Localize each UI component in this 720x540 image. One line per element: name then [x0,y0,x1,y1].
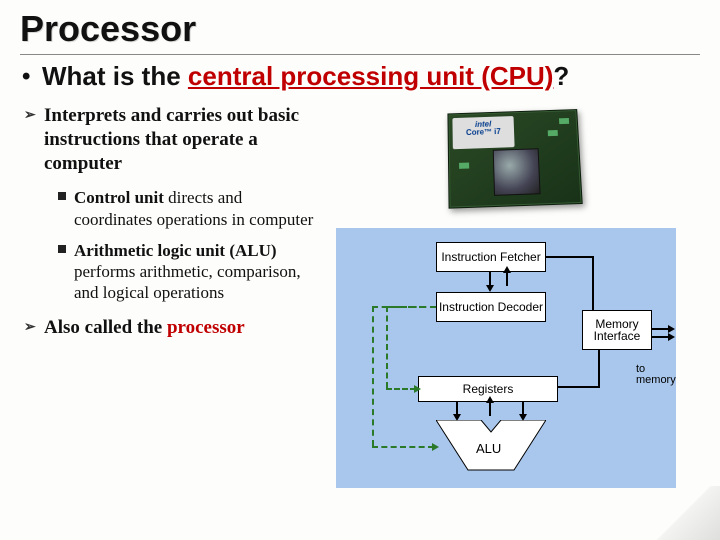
cpu-model: Core™ i7 [453,128,515,138]
cpu-capacitor [559,118,569,124]
cpu-chip-body: intel Core™ i7 [447,109,582,209]
arrow-down-icon [453,414,461,421]
diagram-ext-label: to memory [636,364,676,386]
slide: Processor • What is the central processi… [0,0,720,498]
arrow-right-icon [668,325,675,333]
main-question: • What is the central processing unit (C… [42,61,700,92]
square-bullet-icon [58,192,66,200]
right-column: intel Core™ i7 Instruction Fetcher Instr… [330,104,700,488]
diagram-dashed-line [372,446,434,448]
content-row: ➢ Interprets and carries out basic instr… [20,104,700,488]
question-highlight: central processing unit (CPU) [188,61,554,91]
point-control-unit: Control unit directs and coordinates ope… [58,187,320,230]
slide-title: Processor [20,8,700,50]
arrow-down-icon [486,285,494,292]
diagram-decoder-box: Instruction Decoder [436,292,546,322]
cpu-capacitor [459,163,469,169]
point-interprets-text: Interprets and carries out basic instruc… [44,105,299,174]
point-alu: Arithmetic logic unit (ALU) performs ari… [58,240,320,304]
cpu-capacitor [548,130,558,136]
arrow-right-icon [432,443,439,451]
control-unit-bold: Control unit [74,188,164,207]
sub-list: Control unit directs and coordinates ope… [24,187,320,303]
diagram-memif-box: Memory Interface [582,310,652,350]
diagram-line [592,256,594,310]
diagram-memif-label: Memory Interface [583,318,651,342]
question-suffix: ? [553,61,569,91]
also-prefix: Also called the [44,317,167,338]
point-interprets: ➢ Interprets and carries out basic instr… [24,104,320,175]
chevron-icon: ➢ [24,319,36,337]
diagram-line [598,350,600,388]
diagram-dashed-line [372,306,374,446]
also-highlight: processor [167,317,245,338]
cpu-die [493,148,541,196]
diagram-line [546,256,592,258]
question-prefix: What is the [42,61,188,91]
square-bullet-icon [58,245,66,253]
title-rule [20,54,700,55]
diagram-line [558,386,598,388]
cpu-chip-label: intel Core™ i7 [452,116,514,149]
arrow-right-icon [414,385,421,393]
diagram-registers-label: Registers [463,383,514,395]
bullet-icon: • [22,63,30,92]
arrow-up-icon [503,266,511,273]
alu-rest: performs arithmetic, comparison, and log… [74,262,301,302]
chevron-icon: ➢ [24,107,36,125]
left-column: ➢ Interprets and carries out basic instr… [20,104,320,488]
alu-bold: Arithmetic logic unit (ALU) [74,241,277,260]
diagram-decoder-label: Instruction Decoder [439,301,543,313]
arrow-up-icon [486,396,494,403]
diagram-fetcher-label: Instruction Fetcher [441,251,540,263]
diagram-alu-label: ALU [476,441,501,456]
diagram-fetcher-box: Instruction Fetcher [436,242,546,272]
cpu-chip-image: intel Core™ i7 [430,104,600,214]
arrow-down-icon [519,414,527,421]
diagram-line [489,272,491,286]
diagram-dashed-line [372,306,436,308]
arrow-right-icon [668,333,675,341]
diagram-line [489,402,491,416]
diagram-dashed-line [386,306,388,388]
cpu-diagram: Instruction Fetcher Instruction Decoder … [336,228,676,488]
diagram-line [506,272,508,286]
diagram-dashed-line [386,388,416,390]
point-also-called: ➢ Also called the processor [24,316,320,340]
